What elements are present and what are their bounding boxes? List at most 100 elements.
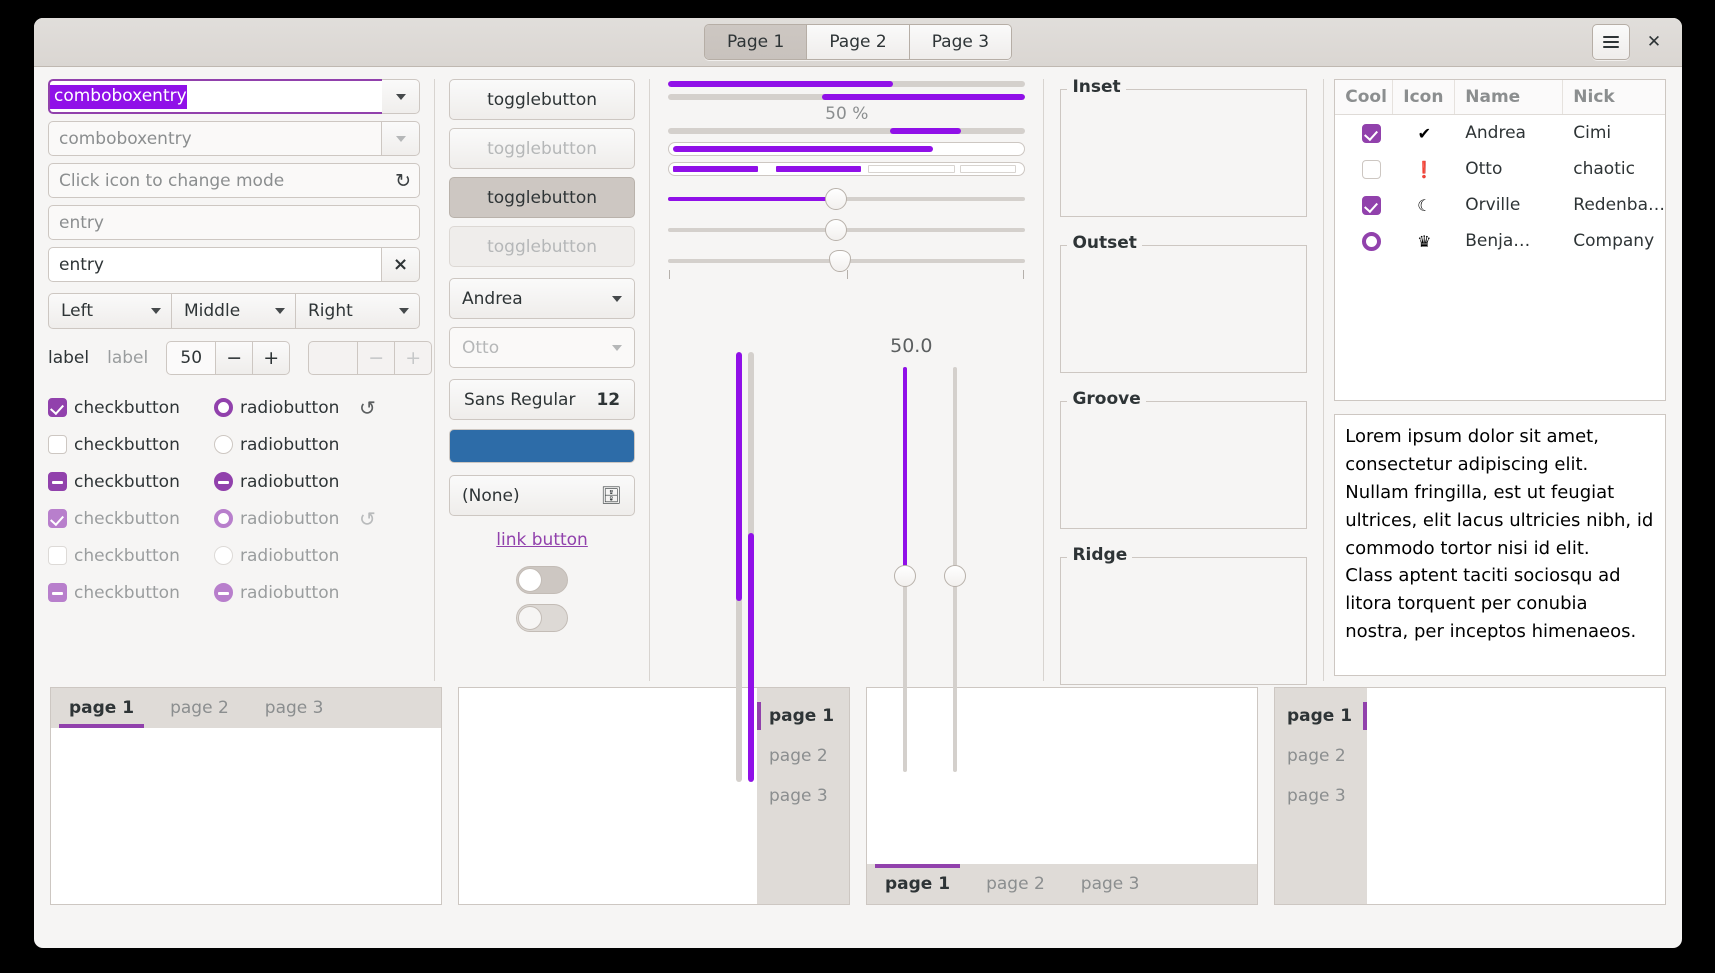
spinbutton-value[interactable]: 50 [166,341,217,375]
frame-groove: Groove [1060,389,1308,529]
scale-knob[interactable] [944,565,967,588]
checkbox-icon[interactable] [1362,123,1382,143]
scale-knob[interactable] [825,219,848,241]
refresh-icon[interactable]: ↻ [395,170,411,192]
cell-cool[interactable] [1335,195,1393,215]
radiobutton-unselected-disabled: radiobutton [214,546,359,566]
checkbutton-checked[interactable]: checkbutton [48,398,214,418]
checkbutton-unchecked[interactable]: checkbutton [48,435,214,455]
column-header-name[interactable]: Name [1455,80,1564,114]
scale-fill [668,197,837,201]
notebook-tab-page-1[interactable]: page 1 [867,864,968,904]
comboboxentry-focused[interactable]: comboboxentry [48,79,420,114]
notebook-tab-page-2[interactable]: page 2 [152,688,247,728]
tab-page-3[interactable]: Page 3 [909,25,1012,59]
check-radio-row: checkbutton radiobutton [48,463,420,500]
checkbutton-inconsistent[interactable]: checkbutton [48,472,214,492]
checkbox-icon[interactable] [48,472,67,491]
radiobutton-label: radiobutton [240,582,340,603]
column-header-nick[interactable]: Nick [1563,80,1665,114]
icon-entry[interactable]: Click icon to change mode ↻ [48,163,420,198]
notebook-tab-page-3[interactable]: page 3 [1275,776,1367,816]
vertical-scale-2[interactable] [944,367,967,772]
labels-and-spinbuttons-row: label label 50 − + − + [48,341,433,375]
column-header-icon[interactable]: Icon [1393,80,1456,114]
spinbutton-decrement[interactable]: − [216,341,254,375]
notebook-tab-page-2[interactable]: page 2 [757,736,849,776]
combobox[interactable]: Andrea [449,278,636,319]
menu-button-left[interactable]: Left [48,293,172,329]
table-row[interactable]: ♛ Benja… Company [1335,223,1665,259]
progressbar-1 [668,81,1026,87]
checkbox-icon[interactable] [1362,195,1382,215]
radiobutton-label: radiobutton [240,508,340,529]
table-row[interactable]: ☾ Orville Redenba… [1335,187,1665,223]
radio-icon[interactable] [214,472,233,491]
file-chooser-button[interactable]: (None) 🗄 [449,475,636,516]
checkbox-icon[interactable] [48,435,67,454]
scale-knob[interactable] [894,565,917,588]
vertical-scale-1[interactable] [894,367,917,772]
frame-inset: Inset [1060,77,1308,217]
notebook-tab-page-1[interactable]: page 1 [1275,696,1367,736]
font-button-size: 12 [596,389,621,410]
radiobutton-selected[interactable]: radiobutton [214,398,359,418]
close-button[interactable]: ✕ [1636,25,1672,59]
togglebutton-normal[interactable]: togglebutton [449,79,636,120]
menu-button-middle-label: Middle [184,301,241,321]
radio-icon[interactable] [214,435,233,454]
checkbox-icon[interactable] [1362,159,1382,179]
notebook-tab-page-2[interactable]: page 2 [968,864,1063,904]
notebook-tab-page-3[interactable]: page 3 [1063,864,1158,904]
scale-knob[interactable] [825,188,848,210]
column-header-cool[interactable]: Cool [1335,80,1394,114]
spinbutton[interactable]: 50 − + [166,341,291,375]
menu-button[interactable] [1592,24,1630,60]
tab-page-1[interactable]: Page 1 [704,25,808,59]
scale-knob[interactable] [828,250,851,272]
table-row[interactable]: ❗ Otto chaotic [1335,151,1665,187]
radio-icon[interactable] [1362,231,1382,251]
table-row[interactable]: ✔ Andrea Cimi [1335,115,1665,151]
togglebutton-active[interactable]: togglebutton [449,177,636,218]
cell-cool[interactable] [1335,159,1393,179]
radiobutton-inconsistent[interactable]: radiobutton [214,472,359,492]
label-disabled: label [107,348,149,368]
textview[interactable]: Lorem ipsum dolor sit amet, consectetur … [1334,414,1667,676]
treeview[interactable]: Cool Icon Name Nick ✔ Andrea Cimi ❗ Otto… [1334,79,1667,401]
scale-horizontal-marks[interactable] [668,250,1026,272]
scale-horizontal-2[interactable] [668,219,1026,241]
column-frames: Inset Outset Groove Ridge [1044,67,1323,687]
notebook-tab-page-2[interactable]: page 2 [1275,736,1367,776]
switch-toggle[interactable] [516,566,569,594]
plain-entry[interactable]: entry [48,205,420,240]
notebook-tab-page-3[interactable]: page 3 [247,688,342,728]
color-button[interactable] [449,429,636,463]
cell-cool[interactable] [1335,123,1393,143]
scale-horizontal-1[interactable] [668,188,1026,210]
cell-cool[interactable] [1335,231,1393,251]
radiobutton-unselected[interactable]: radiobutton [214,435,359,455]
menu-button-middle[interactable]: Middle [172,293,296,329]
tab-page-2[interactable]: Page 2 [807,25,910,59]
notebook-tab-page-3[interactable]: page 3 [757,776,849,816]
check-radio-row: checkbutton radiobutton [48,537,420,574]
clear-entry-button[interactable]: × [382,247,420,282]
vertical-progressbar-2 [748,352,755,782]
linked-menu-buttons: Left Middle Right [48,293,420,329]
checkbox-icon [48,509,67,528]
notebook-tab-page-1[interactable]: page 1 [51,688,152,728]
link-button[interactable]: link button [449,530,635,550]
font-button[interactable]: Sans Regular 12 [449,379,636,420]
comboboxentry-dropdown-button[interactable] [382,79,420,114]
progressbar-text: 50 % [825,104,869,124]
notebook-tab-page-1[interactable]: page 1 [757,696,849,736]
radio-icon[interactable] [214,398,233,417]
radiobutton-label: radiobutton [240,545,340,566]
checkbox-icon[interactable] [48,398,67,417]
entry-with-clear-value[interactable]: entry [48,247,382,282]
spinbutton-increment[interactable]: + [253,341,291,375]
menu-button-right[interactable]: Right [296,293,420,329]
notebook-page-content [51,728,441,904]
font-button-family: Sans Regular [464,389,576,410]
